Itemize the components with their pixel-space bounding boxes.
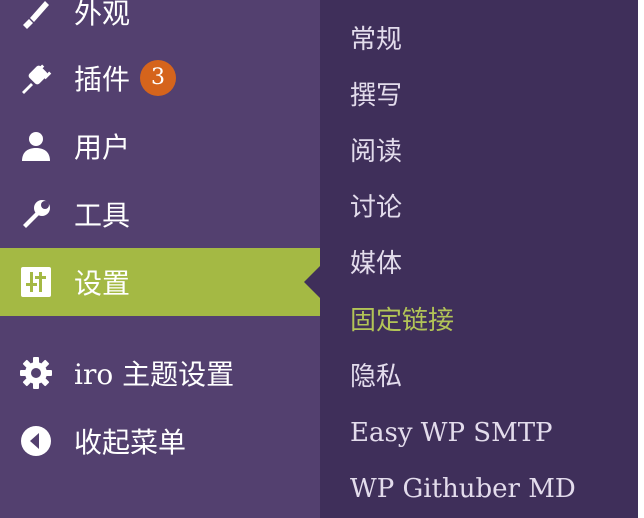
settings-submenu: 常规 撰写 阅读 讨论 媒体 固定链接 隐私 Easy WP SMTP WP G… [320, 0, 638, 518]
submenu-item-wp-githuber-md[interactable]: WP Githuber MD [350, 469, 576, 509]
sidebar-item-tools[interactable]: 工具 [0, 180, 320, 248]
submenu-item-privacy[interactable]: 隐私 [350, 357, 402, 397]
plugin-icon [18, 60, 54, 96]
submenu-item-discussion[interactable]: 讨论 [350, 188, 402, 228]
update-count-badge: 3 [140, 60, 177, 96]
sidebar-item-label: 外观 [74, 0, 131, 30]
sidebar-item-label: iro 主题设置 [74, 358, 235, 391]
sidebar-item-label: 工具 [74, 199, 131, 232]
sidebar-item-plugins[interactable]: 插件 3 [0, 44, 320, 112]
submenu-item-permalinks[interactable]: 固定链接 [350, 301, 454, 341]
sidebar-item-appearance[interactable]: 外观 [0, 0, 320, 46]
sidebar-item-label: 收起菜单 [74, 426, 187, 459]
paintbrush-icon [18, 0, 54, 30]
sidebar-item-label: 设置 [74, 267, 131, 300]
gear-icon [18, 355, 54, 391]
sidebar-item-iro-theme-settings[interactable]: iro 主题设置 [0, 339, 320, 407]
content-area-edge [638, 0, 644, 518]
user-icon [18, 128, 54, 164]
admin-menu-screen: 外观 插件 3 用户 工具 设置 iro 主题设置 收起菜单 常规 撰写 阅读 … [0, 0, 644, 518]
admin-sidebar: 外观 插件 3 用户 工具 设置 iro 主题设置 收起菜单 [0, 0, 320, 518]
sidebar-item-label: 插件 [74, 63, 131, 96]
submenu-item-easy-wp-smtp[interactable]: Easy WP SMTP [350, 413, 553, 453]
wrench-icon [18, 196, 54, 232]
submenu-item-writing[interactable]: 撰写 [350, 76, 402, 116]
sidebar-item-settings[interactable]: 设置 [0, 248, 320, 316]
submenu-item-reading[interactable]: 阅读 [350, 132, 402, 172]
settings-sliders-icon [18, 264, 54, 300]
sidebar-item-users[interactable]: 用户 [0, 112, 320, 180]
sidebar-item-label: 用户 [74, 131, 131, 164]
submenu-item-general[interactable]: 常规 [350, 20, 402, 60]
collapse-arrow-icon [18, 423, 54, 459]
submenu-item-media[interactable]: 媒体 [350, 244, 402, 284]
collapse-menu-button[interactable]: 收起菜单 [0, 407, 320, 475]
